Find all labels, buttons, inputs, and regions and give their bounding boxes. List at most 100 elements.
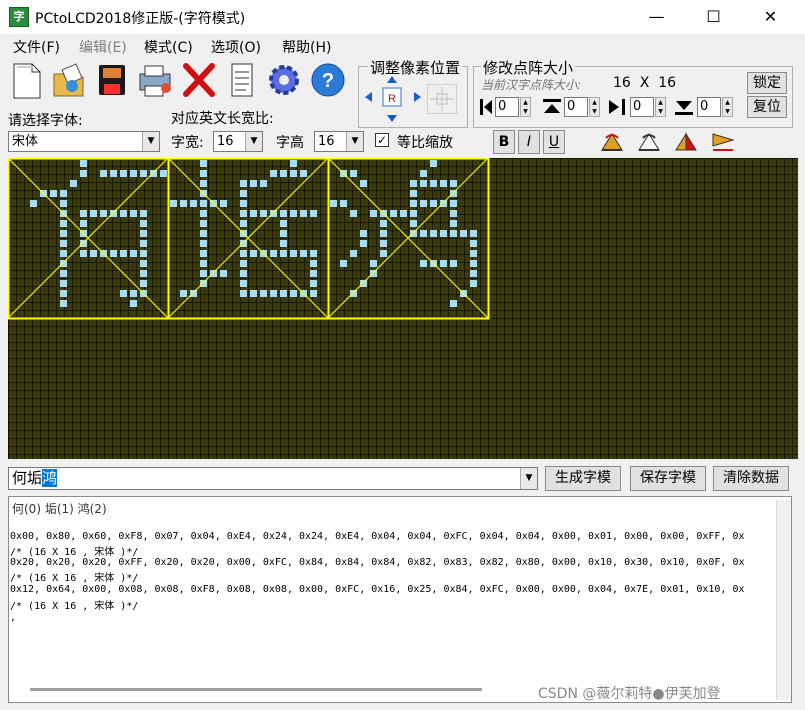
lit-pixel[interactable] (240, 220, 247, 227)
lit-pixel[interactable] (360, 230, 367, 237)
lit-pixel[interactable] (110, 210, 117, 217)
delete-icon[interactable] (180, 60, 218, 100)
lit-pixel[interactable] (300, 210, 307, 217)
close-button[interactable]: ✕ (742, 0, 799, 34)
lit-pixel[interactable] (360, 280, 367, 287)
right-margin-stepper[interactable]: ▲ ▼ (655, 97, 666, 117)
notepad-icon[interactable] (222, 60, 260, 100)
lit-pixel[interactable] (310, 280, 317, 287)
lit-pixel[interactable] (120, 170, 127, 177)
lit-pixel[interactable] (340, 200, 347, 207)
lit-pixel[interactable] (360, 240, 367, 247)
lit-pixel[interactable] (190, 290, 197, 297)
lit-pixel[interactable] (220, 270, 227, 277)
lit-pixel[interactable] (60, 250, 67, 257)
lit-pixel[interactable] (200, 200, 207, 207)
lit-pixel[interactable] (440, 200, 447, 207)
lit-pixel[interactable] (240, 240, 247, 247)
crosshair-icon[interactable] (427, 84, 457, 114)
lit-pixel[interactable] (310, 290, 317, 297)
rotate-left-icon[interactable] (598, 130, 626, 154)
left-margin-input[interactable]: 0 (495, 97, 519, 117)
lit-pixel[interactable] (200, 270, 207, 277)
text-input[interactable]: 何垢鸿 ▼ (8, 467, 538, 490)
chevron-down-icon[interactable]: ▼ (346, 132, 363, 151)
help-icon[interactable]: ? (309, 60, 347, 100)
chevron-down-icon[interactable]: ▼ (142, 132, 159, 151)
settings-gear-icon[interactable] (265, 60, 303, 100)
lit-pixel[interactable] (250, 210, 257, 217)
left-margin-stepper[interactable]: ▲ ▼ (520, 97, 531, 117)
lit-pixel[interactable] (310, 270, 317, 277)
lit-pixel[interactable] (290, 170, 297, 177)
right-margin-input[interactable]: 0 (630, 97, 654, 117)
lit-pixel[interactable] (470, 260, 477, 267)
lit-pixel[interactable] (280, 220, 287, 227)
lit-pixel[interactable] (420, 230, 427, 237)
proportional-checkbox[interactable]: ✓ (375, 133, 389, 147)
lit-pixel[interactable] (140, 240, 147, 247)
chevron-down-icon[interactable]: ▼ (245, 132, 262, 151)
lit-pixel[interactable] (200, 240, 207, 247)
lit-pixel[interactable] (380, 230, 387, 237)
lit-pixel[interactable] (410, 190, 417, 197)
lit-pixel[interactable] (430, 160, 437, 167)
new-document-icon[interactable] (8, 60, 46, 100)
lit-pixel[interactable] (60, 270, 67, 277)
rotate-right-icon[interactable] (635, 130, 663, 154)
char-width-select[interactable]: 16 ▼ (213, 131, 263, 152)
bold-button[interactable]: B (493, 130, 515, 154)
lit-pixel[interactable] (180, 290, 187, 297)
lit-pixel[interactable] (60, 220, 67, 227)
lit-pixel[interactable] (240, 180, 247, 187)
lit-pixel[interactable] (340, 260, 347, 267)
lit-pixel[interactable] (240, 200, 247, 207)
lit-pixel[interactable] (210, 270, 217, 277)
lit-pixel[interactable] (60, 190, 67, 197)
lit-pixel[interactable] (80, 240, 87, 247)
save-icon[interactable] (93, 60, 131, 100)
lit-pixel[interactable] (60, 200, 67, 207)
lit-pixel[interactable] (120, 210, 127, 217)
lit-pixel[interactable] (450, 300, 457, 307)
lit-pixel[interactable] (460, 230, 467, 237)
lit-pixel[interactable] (200, 260, 207, 267)
lit-pixel[interactable] (250, 180, 257, 187)
lit-pixel[interactable] (330, 200, 337, 207)
top-margin-input[interactable]: 0 (564, 97, 588, 117)
clear-data-button[interactable]: 清除数据 (713, 466, 789, 491)
lit-pixel[interactable] (300, 250, 307, 257)
lit-pixel[interactable] (450, 180, 457, 187)
lit-pixel[interactable] (350, 170, 357, 177)
lit-pixel[interactable] (60, 230, 67, 237)
lit-pixel[interactable] (380, 220, 387, 227)
lit-pixel[interactable] (450, 210, 457, 217)
lit-pixel[interactable] (280, 210, 287, 217)
lit-pixel[interactable] (270, 290, 277, 297)
lit-pixel[interactable] (380, 250, 387, 257)
maximize-button[interactable]: ☐ (685, 0, 742, 34)
lit-pixel[interactable] (300, 170, 307, 177)
bottom-margin-stepper[interactable]: ▲ ▼ (722, 97, 733, 117)
lit-pixel[interactable] (130, 210, 137, 217)
reset-button[interactable]: 复位 (747, 96, 787, 118)
lit-pixel[interactable] (290, 250, 297, 257)
lit-pixel[interactable] (470, 240, 477, 247)
lit-pixel[interactable] (400, 210, 407, 217)
lit-pixel[interactable] (450, 190, 457, 197)
lit-pixel[interactable] (130, 250, 137, 257)
lit-pixel[interactable] (80, 250, 87, 257)
lit-pixel[interactable] (450, 260, 457, 267)
lit-pixel[interactable] (420, 260, 427, 267)
print-icon[interactable] (136, 60, 174, 100)
lit-pixel[interactable] (140, 170, 147, 177)
lit-pixel[interactable] (200, 250, 207, 257)
lit-pixel[interactable] (410, 220, 417, 227)
lit-pixel[interactable] (80, 220, 87, 227)
lit-pixel[interactable] (90, 250, 97, 257)
lit-pixel[interactable] (190, 200, 197, 207)
lit-pixel[interactable] (200, 170, 207, 177)
lit-pixel[interactable] (240, 210, 247, 217)
lit-pixel[interactable] (60, 300, 67, 307)
lit-pixel[interactable] (130, 300, 137, 307)
